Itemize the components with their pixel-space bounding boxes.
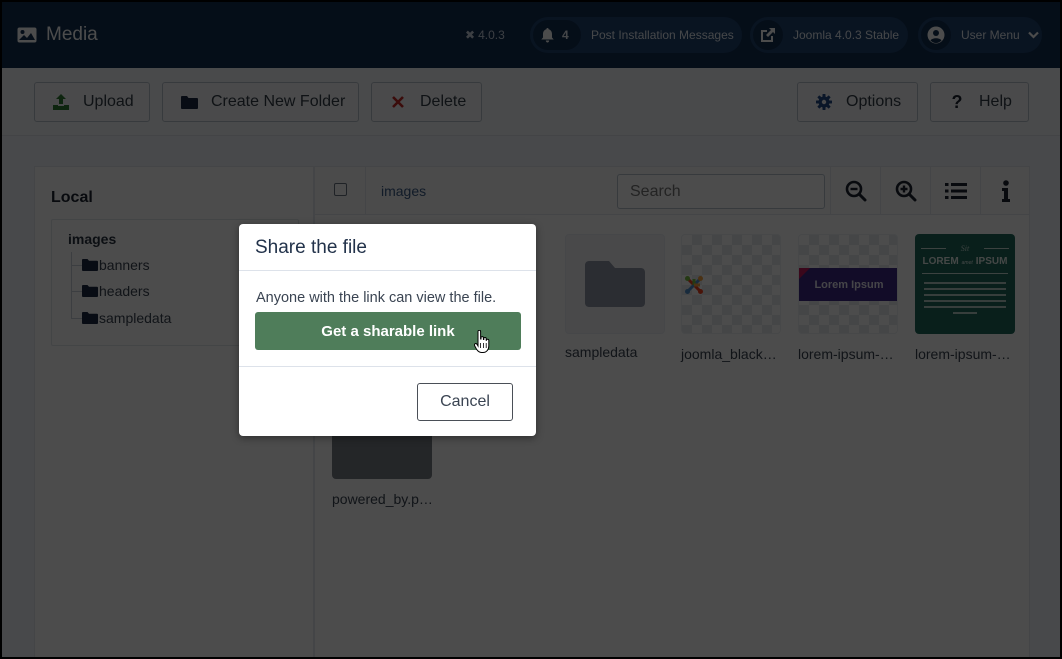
dialog-title: Share the file — [255, 237, 367, 258]
hand-pointer-cursor-icon — [474, 330, 490, 353]
divider — [239, 366, 536, 367]
app-window: Media ✖ 4.0.3 4 Post Installation Messag… — [2, 2, 1060, 657]
divider — [239, 270, 536, 271]
share-file-dialog: Share the file Anyone with the link can … — [239, 224, 536, 436]
cancel-button[interactable]: Cancel — [417, 383, 513, 421]
dialog-description: Anyone with the link can view the file. — [256, 290, 497, 306]
